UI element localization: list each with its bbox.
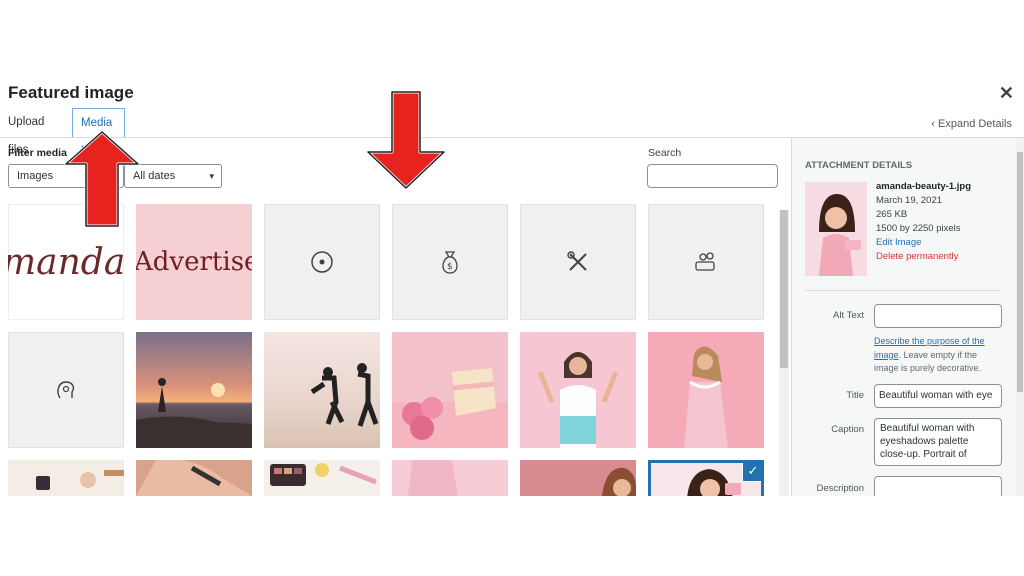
attachment-dimensions: 1500 by 2250 pixels [876, 223, 961, 234]
arrow-down-annotation [366, 90, 446, 190]
description-field[interactable] [874, 476, 1002, 496]
attachment-size: 265 KB [876, 209, 908, 220]
grid-scrollbar-thumb[interactable] [780, 210, 788, 368]
media-thumb-pink-shirt[interactable] [392, 460, 508, 496]
media-thumb-woman-dress[interactable] [648, 332, 764, 448]
media-modal: Featured image ✕ Upload files Media Libr… [0, 78, 1024, 496]
attachment-details-sidebar: Attachment Details amanda-beauty-1.jpg M… [791, 138, 1024, 496]
runners-image [310, 363, 379, 427]
advertise-image: Advertise [136, 247, 252, 277]
description-label: Description [816, 483, 864, 494]
media-thumb-face-brush[interactable] [136, 460, 252, 496]
target-icon [264, 204, 380, 320]
media-thumb-woman-cake[interactable] [520, 332, 636, 448]
grid-scrollbar[interactable] [779, 210, 789, 496]
tools-icon [520, 204, 636, 320]
attachment-filename: amanda-beauty-1.jpg [876, 181, 972, 192]
sidebar-scrollbar[interactable] [1016, 138, 1024, 496]
search-label: Search [648, 147, 682, 159]
woman-dress-image [684, 346, 728, 448]
tab-upload-files[interactable]: Upload files [0, 108, 52, 156]
media-thumb-advertise[interactable]: Advertise [136, 204, 252, 320]
caption-field[interactable]: Beautiful woman with eyeshadows palette … [874, 418, 1002, 466]
alt-text-field[interactable] [874, 304, 1002, 328]
attachment-thumbnail-image [805, 182, 867, 276]
media-thumb-runners[interactable] [264, 332, 380, 448]
title-label: Title [846, 390, 864, 401]
title-field[interactable]: Beautiful woman with eye [874, 384, 1002, 408]
alt-text-label: Alt Text [833, 310, 864, 321]
search-input[interactable] [647, 164, 778, 188]
media-thumb-amanda-beauty-selected[interactable]: ✓ [648, 460, 764, 496]
expand-details-label: Expand Details [938, 118, 1012, 130]
media-thumb-file-1[interactable] [264, 204, 380, 320]
media-thumb-yoga[interactable] [136, 332, 252, 448]
yoga-image [136, 378, 252, 448]
amanda-logo-text: manda Ce [8, 242, 124, 283]
alt-text-help: Describe the purpose of the image. Leave… [874, 335, 999, 376]
attachment-thumbnail [805, 182, 867, 276]
head-icon [8, 332, 124, 448]
selected-check-icon[interactable]: ✓ [743, 463, 761, 481]
media-thumb-makeup-flatlay[interactable] [8, 460, 124, 496]
media-thumb-file-2[interactable]: $ [392, 204, 508, 320]
media-thumb-eyeshadow[interactable] [264, 460, 380, 496]
media-thumb-file-4[interactable] [648, 204, 764, 320]
media-type-value: Images [17, 170, 54, 182]
sidebar-divider [805, 290, 1001, 291]
delete-permanently-link[interactable]: Delete permanently [876, 251, 958, 262]
woman-cake-image [537, 352, 619, 448]
media-thumb-cake[interactable] [392, 332, 508, 448]
attachment-details-heading: Attachment Details [805, 160, 913, 171]
attachment-date: March 19, 2021 [876, 195, 943, 206]
makeup-flatlay-image [36, 470, 124, 490]
arrow-up-annotation [64, 130, 140, 228]
caption-label: Caption [831, 424, 864, 435]
advertise-text: Advertise [136, 247, 252, 277]
pink-shirt-image [408, 460, 458, 496]
eyeshadow-image [270, 463, 377, 486]
woman-portrait-image [602, 467, 636, 496]
chevron-left-icon: ‹ [931, 118, 935, 130]
media-thumb-file-5[interactable] [8, 332, 124, 448]
svg-text:$: $ [447, 262, 453, 272]
close-icon[interactable]: ✕ [999, 83, 1014, 104]
chevron-down-icon: ▾ [209, 171, 214, 181]
media-thumb-file-3[interactable] [520, 204, 636, 320]
modal-title: Featured image [8, 83, 134, 102]
sidebar-scrollbar-thumb[interactable] [1017, 152, 1023, 392]
face-brush-image [136, 460, 252, 496]
edit-image-link[interactable]: Edit Image [876, 237, 921, 248]
hand-coins-icon [648, 204, 764, 320]
money-bag-icon: $ [392, 204, 508, 320]
filter-media-label: Filter media [8, 147, 67, 159]
media-thumb-woman-portrait[interactable] [520, 460, 636, 496]
cake-image [392, 368, 508, 448]
expand-details-link[interactable]: ‹ Expand Details [931, 118, 1012, 130]
